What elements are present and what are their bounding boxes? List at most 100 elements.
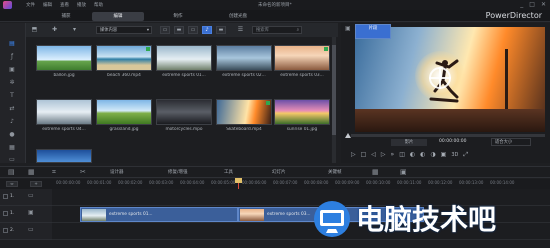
media-item[interactable]: sunrise 01.jpg bbox=[274, 99, 330, 133]
particle-room-icon[interactable]: ✲ bbox=[7, 78, 17, 87]
tab-create-disc[interactable]: 创建光盘 bbox=[212, 12, 264, 21]
menu-edit[interactable]: 编辑 bbox=[43, 2, 52, 8]
library-toolbar: ⬒ ✚ ▾ 媒体内容 ▾ ▭ ▬ ▭ ♪ ▬ ☰ 搜索库 ⌕ bbox=[26, 23, 338, 37]
chapter-room-icon[interactable]: ▦ bbox=[7, 143, 17, 152]
media-room-icon[interactable]: ▤ bbox=[7, 39, 17, 48]
playhead-handle[interactable] bbox=[235, 178, 242, 183]
in-use-check-icon bbox=[324, 47, 328, 51]
video-track-icon[interactable]: ▣ bbox=[28, 209, 34, 216]
voiceover-room-icon[interactable]: ● bbox=[7, 130, 17, 139]
preview-ground bbox=[355, 109, 545, 132]
media-caption: motorcycles.mpo bbox=[165, 127, 203, 132]
menu-file[interactable]: 文件 bbox=[26, 2, 35, 8]
timeline-clip[interactable]: extreme sports 01... bbox=[80, 207, 238, 222]
crop-icon[interactable]: ▣ bbox=[441, 151, 447, 159]
stop-icon[interactable]: □ bbox=[361, 151, 367, 159]
storyboard-view-icon[interactable]: ▦ bbox=[28, 168, 35, 176]
track-enable-checkbox[interactable] bbox=[3, 211, 8, 216]
media-item[interactable]: ballon.jpg bbox=[36, 45, 92, 79]
maximize-icon[interactable]: □ bbox=[529, 1, 535, 8]
pip-room-icon[interactable]: ▣ bbox=[7, 65, 17, 74]
close-icon[interactable]: ✕ bbox=[541, 1, 546, 8]
media-filter-select[interactable]: 媒体内容 ▾ bbox=[96, 26, 152, 34]
menu-view[interactable]: 查看 bbox=[60, 2, 69, 8]
movie-mode-button[interactable]: 影片 bbox=[391, 139, 427, 146]
render-preview-icon[interactable]: ▣ bbox=[400, 168, 407, 176]
plugins-icon[interactable]: ✚ bbox=[50, 26, 59, 34]
track-enable-checkbox[interactable] bbox=[3, 194, 8, 199]
mark-out-icon[interactable]: ◑ bbox=[430, 151, 435, 159]
media-thumbnail bbox=[274, 45, 330, 71]
timeline-ruler[interactable]: 00:00:00:00 00:00:01:00 00:00:02:00 00:00:0… bbox=[52, 179, 550, 189]
zoom-in-button[interactable]: + bbox=[30, 181, 42, 187]
undock-icon[interactable]: ▣ bbox=[345, 25, 353, 33]
module-tab-bar: 捕获 编辑 制作 创建光盘 PowerDirector bbox=[0, 10, 550, 22]
preview-seek-bar[interactable] bbox=[351, 134, 545, 137]
chevron-down-icon: ▾ bbox=[146, 28, 149, 33]
media-item[interactable]: extreme sports 02... bbox=[216, 45, 272, 79]
delete-icon[interactable]: ▦ bbox=[372, 168, 379, 176]
view-menu-icon[interactable]: ☰ bbox=[236, 26, 245, 34]
tab-edit[interactable]: 编辑 bbox=[92, 12, 144, 21]
slideshow-button[interactable]: 幻灯片 bbox=[272, 169, 286, 175]
snapshot-icon[interactable]: ◫ bbox=[399, 151, 405, 159]
preview-screen[interactable] bbox=[355, 27, 545, 132]
crop-tool-icon[interactable]: ⌗ bbox=[52, 168, 56, 177]
media-thumbnail bbox=[156, 45, 212, 71]
seek-knob[interactable] bbox=[345, 133, 351, 138]
volume-icon[interactable]: ◐ bbox=[410, 151, 415, 159]
ruler-tick-label: 00:00:02:00 bbox=[118, 180, 143, 185]
designer-button[interactable]: 设计器 bbox=[110, 169, 124, 175]
preview-panel: ▣ 片段 影片 00:00:00:00 适合大小 ▷ □ ◁ ▷ » ◫ ◐ ◐… bbox=[341, 23, 550, 163]
view-all-button[interactable]: ▭ bbox=[160, 26, 170, 34]
preview-timecode[interactable]: 00:00:00:00 bbox=[439, 139, 466, 144]
media-item[interactable]: extreme sports 01... bbox=[156, 45, 212, 79]
timeline-view-icon[interactable]: ▤ bbox=[8, 168, 15, 176]
media-item[interactable]: grassland.jpg bbox=[96, 99, 152, 133]
scrollbar-thumb[interactable] bbox=[332, 45, 336, 135]
download-icon[interactable]: ▾ bbox=[70, 26, 79, 34]
view-color-button[interactable]: ▬ bbox=[216, 26, 226, 34]
tab-produce[interactable]: 制作 bbox=[152, 12, 204, 21]
minimize-icon[interactable]: _ bbox=[520, 1, 523, 8]
search-placeholder: 搜索库 bbox=[256, 28, 269, 33]
library-search-input[interactable]: 搜索库 ⌕ bbox=[252, 26, 302, 34]
keyframe-button[interactable]: 关键帧 bbox=[328, 169, 342, 175]
lock-icon[interactable]: ▭ bbox=[28, 226, 34, 233]
media-thumbnail bbox=[36, 45, 92, 71]
library-scrollbar[interactable] bbox=[332, 37, 336, 163]
media-item[interactable]: Skateboard.mp4 bbox=[216, 99, 272, 133]
view-video-button[interactable]: ▬ bbox=[174, 26, 184, 34]
zoom-fit-button[interactable]: ⇔ bbox=[6, 181, 18, 187]
audio-mix-room-icon[interactable]: ♪ bbox=[7, 117, 17, 126]
fast-forward-icon[interactable]: » bbox=[391, 151, 395, 159]
view-image-button[interactable]: ▭ bbox=[188, 26, 198, 34]
previous-frame-icon[interactable]: ◁ bbox=[371, 151, 376, 159]
view-audio-button[interactable]: ♪ bbox=[202, 26, 212, 34]
title-room-icon[interactable]: T bbox=[7, 91, 17, 100]
mark-in-icon[interactable]: ◐ bbox=[420, 151, 425, 159]
menu-help[interactable]: 帮助 bbox=[94, 2, 103, 8]
media-item[interactable]: beach 360.mp4 bbox=[96, 45, 152, 79]
media-item[interactable]: motorcycles.mpo bbox=[156, 99, 212, 133]
clip-mode-button[interactable]: 片段 bbox=[355, 24, 391, 39]
position-crosshair-icon[interactable] bbox=[429, 67, 451, 89]
next-frame-icon[interactable]: ▷ bbox=[381, 151, 386, 159]
play-icon[interactable]: ▷ bbox=[351, 151, 356, 159]
track-enable-checkbox[interactable] bbox=[3, 228, 8, 233]
repair-enhance-button[interactable]: 修复/增强 bbox=[168, 169, 188, 175]
tab-capture[interactable]: 捕获 bbox=[40, 12, 92, 21]
media-item[interactable]: extreme sports 04... bbox=[36, 99, 92, 133]
media-item[interactable]: extreme sports 03... bbox=[274, 45, 330, 79]
menu-play[interactable]: 播放 bbox=[77, 2, 86, 8]
3d-toggle-button[interactable]: 3D bbox=[451, 151, 458, 159]
fx-room-icon[interactable]: ƒ bbox=[7, 52, 17, 61]
subtitle-room-icon[interactable]: ▭ bbox=[7, 155, 17, 164]
import-media-icon[interactable]: ⬒ bbox=[30, 26, 39, 34]
fit-size-select[interactable]: 适合大小 bbox=[491, 138, 531, 146]
fullscreen-icon[interactable]: ⤢ bbox=[463, 151, 468, 159]
lock-icon[interactable]: ▭ bbox=[28, 192, 34, 199]
tools-button[interactable]: 工具 bbox=[224, 169, 233, 175]
transition-room-icon[interactable]: ⇄ bbox=[7, 104, 17, 113]
split-icon[interactable]: ✂ bbox=[80, 168, 86, 176]
